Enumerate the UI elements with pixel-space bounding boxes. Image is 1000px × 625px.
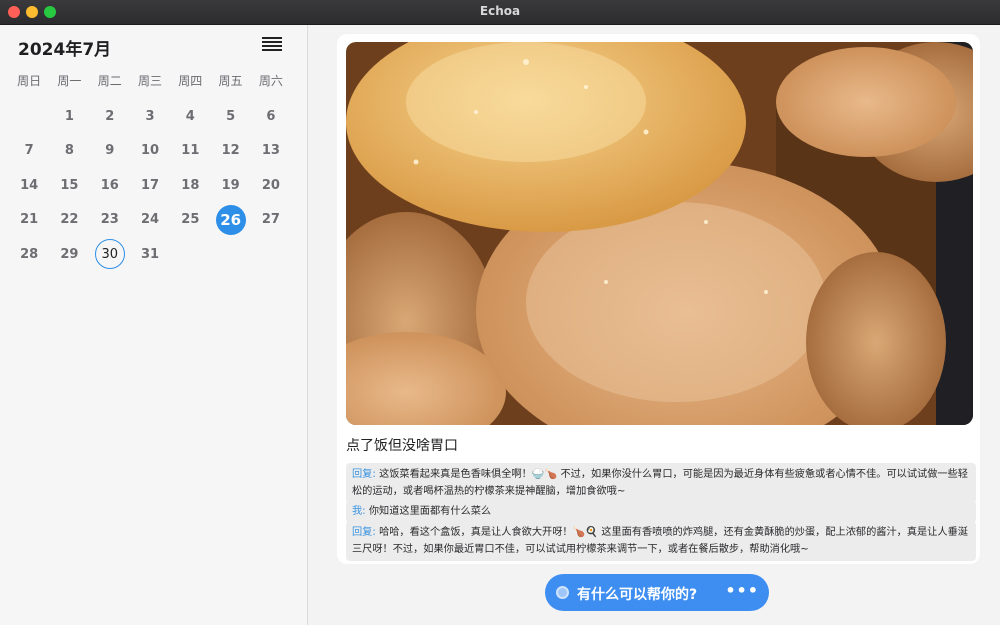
assistant-orb-icon bbox=[556, 586, 569, 599]
calendar-day-number: 23 bbox=[100, 212, 119, 228]
calendar-day-number: 26 bbox=[215, 204, 246, 235]
food-photo bbox=[346, 42, 973, 425]
calendar-day-9[interactable]: 9 bbox=[90, 134, 130, 169]
calendar-day-number: 30 bbox=[94, 239, 125, 270]
calendar-day-21[interactable]: 21 bbox=[9, 203, 49, 238]
reply-message: 回复: 这饭菜看起来真是色香味俱全啊！🍚🍗 不过，如果你没什么胃口，可能是因为最… bbox=[346, 463, 976, 503]
calendar-day-number: 7 bbox=[24, 143, 34, 159]
user-message: 我: 你知道这里面都有什么菜么 bbox=[346, 500, 976, 523]
window-title: Echoa bbox=[479, 4, 521, 18]
message-sender: 回复: bbox=[352, 469, 376, 480]
calendar-day-number: 15 bbox=[60, 177, 79, 193]
calendar-day-number: 3 bbox=[145, 108, 155, 124]
title-bar: Echoa bbox=[0, 0, 1000, 25]
calendar-day-number: 25 bbox=[181, 212, 200, 228]
calendar-day-15[interactable]: 15 bbox=[49, 168, 89, 203]
weekday-label: 周六 bbox=[258, 74, 283, 88]
weekday-label: 周一 bbox=[57, 74, 82, 88]
more-options-icon[interactable]: ••• bbox=[725, 581, 759, 600]
calendar-day-number: 4 bbox=[185, 108, 195, 124]
calendar-grid: 1 2 3 4 5 6 7 8 9 10 11 12 13 14 15 16 17 18 19 20 21 22 23 24 2… bbox=[9, 99, 291, 272]
assistant-input-button[interactable]: 有什么可以帮你的? ••• bbox=[545, 574, 769, 611]
calendar-day-31[interactable]: 31 bbox=[130, 237, 170, 272]
calendar-day-27[interactable]: 27 bbox=[251, 203, 291, 238]
app-window: Echoa 2024年7月 周日 周一 周二 周三 周四 周五 周六 1 2 3 4 5 6 7 8 9 10… bbox=[0, 0, 1000, 625]
calendar-day-number: 12 bbox=[221, 143, 240, 159]
calendar-day-number: 11 bbox=[181, 143, 200, 159]
calendar-day-number: 5 bbox=[226, 108, 236, 124]
month-title: 2024年7月 bbox=[18, 40, 112, 60]
calendar-day-number: 21 bbox=[20, 212, 39, 228]
weekday-header: 周日 周一 周二 周三 周四 周五 周六 bbox=[9, 72, 291, 89]
calendar-day-number: 20 bbox=[261, 177, 280, 193]
calendar-day-26[interactable]: 26 bbox=[210, 203, 250, 238]
calendar-day-24[interactable]: 24 bbox=[130, 203, 170, 238]
calendar-day-1[interactable]: 1 bbox=[49, 99, 89, 134]
calendar-day-22[interactable]: 22 bbox=[49, 203, 89, 238]
calendar-day-5[interactable]: 5 bbox=[210, 99, 250, 134]
calendar-day-number: 6 bbox=[266, 108, 276, 124]
reply-message: 回复: 哈哈，看这个盒饭，真是让人食欲大开呀！🍗🍳 这里面有香喷喷的炸鸡腿，还有… bbox=[346, 521, 976, 561]
message-sender: 回复: bbox=[352, 527, 376, 538]
calendar-day-number: 17 bbox=[140, 177, 160, 193]
list-menu-icon[interactable] bbox=[262, 37, 282, 53]
calendar-day-29[interactable]: 29 bbox=[49, 237, 89, 272]
weekday-label: 周日 bbox=[17, 74, 42, 88]
calendar-day-12[interactable]: 12 bbox=[210, 134, 250, 169]
calendar-day-number: 24 bbox=[140, 212, 160, 228]
calendar-day-3[interactable]: 3 bbox=[130, 99, 170, 134]
calendar-day-30[interactable]: 30 bbox=[90, 237, 130, 272]
main-content: 点了饭但没啥胃口 回复: 这饭菜看起来真是色香味俱全啊！🍚🍗 不过，如果你没什么… bbox=[308, 25, 1000, 625]
weekday-label: 周四 bbox=[178, 74, 203, 88]
food-photo-image bbox=[346, 42, 973, 425]
calendar-sidebar: 2024年7月 周日 周一 周二 周三 周四 周五 周六 1 2 3 4 5 6 7 8 9 10 11 12 13… bbox=[0, 25, 308, 625]
calendar-day-4[interactable]: 4 bbox=[170, 99, 210, 134]
calendar-blank bbox=[9, 99, 49, 134]
calendar-day-19[interactable]: 19 bbox=[210, 168, 250, 203]
message-text: 这饭菜看起来真是色香味俱全啊！🍚🍗 不过，如果你没什么胃口，可能是因为最近身体有… bbox=[352, 469, 968, 497]
post-caption: 点了饭但没啥胃口 bbox=[346, 438, 458, 454]
calendar-day-number: 10 bbox=[140, 143, 160, 159]
calendar-day-23[interactable]: 23 bbox=[90, 203, 130, 238]
calendar-day-14[interactable]: 14 bbox=[9, 168, 49, 203]
calendar-day-number: 8 bbox=[64, 143, 74, 159]
calendar-day-11[interactable]: 11 bbox=[170, 134, 210, 169]
calendar-day-2[interactable]: 2 bbox=[90, 99, 130, 134]
message-sender: 我: bbox=[352, 506, 366, 517]
calendar-day-number: 18 bbox=[181, 177, 200, 193]
calendar-day-number: 19 bbox=[221, 177, 240, 193]
calendar-day-7[interactable]: 7 bbox=[9, 134, 49, 169]
weekday-label: 周五 bbox=[218, 74, 243, 88]
calendar-day-number: 13 bbox=[261, 143, 280, 159]
calendar-day-25[interactable]: 25 bbox=[170, 203, 210, 238]
assistant-prompt-label: 有什么可以帮你的? bbox=[577, 587, 698, 603]
message-text: 哈哈，看这个盒饭，真是让人食欲大开呀！🍗🍳 这里面有香喷喷的炸鸡腿，还有金黄酥脆… bbox=[352, 527, 968, 555]
calendar-day-18[interactable]: 18 bbox=[170, 168, 210, 203]
calendar-day-10[interactable]: 10 bbox=[130, 134, 170, 169]
calendar-day-6[interactable]: 6 bbox=[251, 99, 291, 134]
calendar-day-number: 29 bbox=[60, 246, 79, 262]
calendar-day-number: 22 bbox=[60, 212, 79, 228]
calendar-day-number: 16 bbox=[100, 177, 119, 193]
calendar-day-number: 14 bbox=[20, 177, 39, 193]
calendar-day-number: 9 bbox=[105, 143, 115, 159]
post-card: 点了饭但没啥胃口 回复: 这饭菜看起来真是色香味俱全啊！🍚🍗 不过，如果你没什么… bbox=[337, 34, 980, 564]
calendar-day-20[interactable]: 20 bbox=[251, 168, 291, 203]
calendar-day-8[interactable]: 8 bbox=[49, 134, 89, 169]
calendar-day-number: 2 bbox=[105, 108, 115, 124]
calendar-day-17[interactable]: 17 bbox=[130, 168, 170, 203]
calendar-day-16[interactable]: 16 bbox=[90, 168, 130, 203]
calendar-day-number: 28 bbox=[20, 246, 39, 262]
calendar-day-number: 1 bbox=[64, 108, 74, 124]
weekday-label: 周三 bbox=[137, 74, 162, 88]
calendar-day-number: 31 bbox=[140, 246, 160, 262]
calendar-day-28[interactable]: 28 bbox=[9, 237, 49, 272]
calendar-day-number: 27 bbox=[261, 212, 280, 228]
weekday-label: 周二 bbox=[97, 74, 122, 88]
message-text: 你知道这里面都有什么菜么 bbox=[368, 506, 492, 517]
calendar-day-13[interactable]: 13 bbox=[251, 134, 291, 169]
